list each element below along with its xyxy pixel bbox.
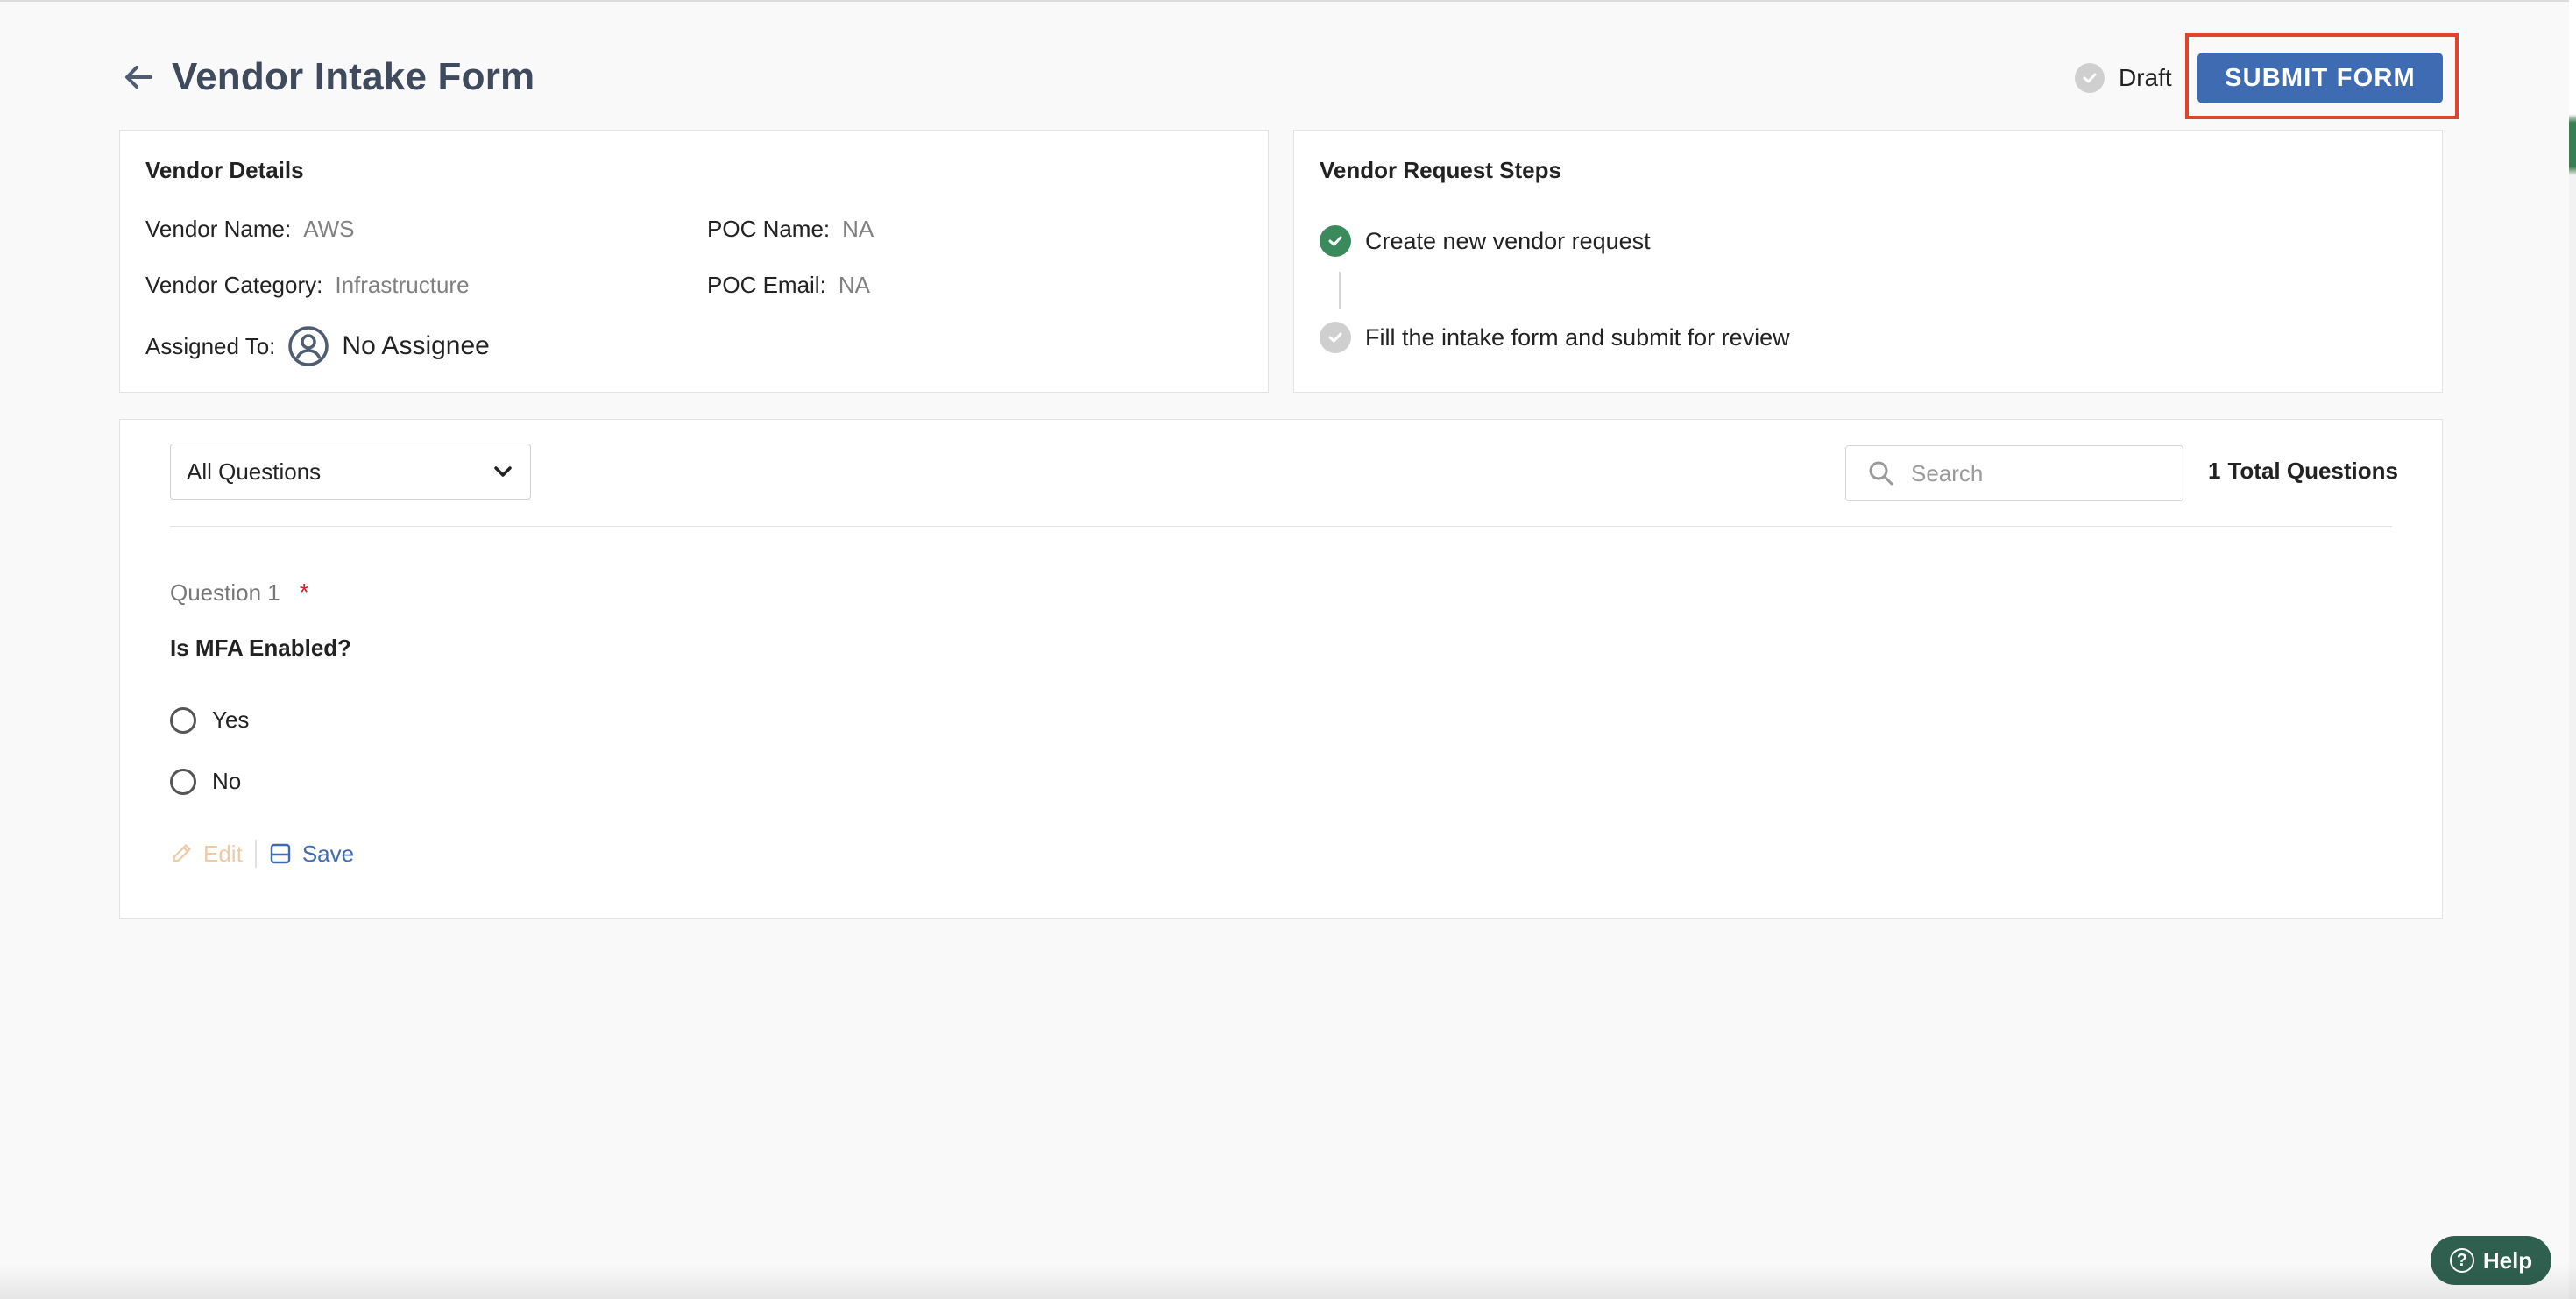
question-label: Question 1 * — [170, 579, 309, 607]
page-title: Vendor Intake Form — [172, 55, 535, 98]
radio-no[interactable] — [170, 768, 196, 795]
poc-name-value: NA — [842, 215, 874, 242]
vendor-name-row: Vendor Name: AWS — [145, 211, 354, 246]
radio-yes[interactable] — [170, 706, 196, 734]
question-actions: Edit Save — [170, 836, 354, 871]
status-check-icon — [2075, 63, 2105, 93]
edit-button[interactable]: Edit — [170, 841, 243, 868]
step-connector-line — [1339, 272, 1341, 309]
save-label: Save — [301, 840, 355, 867]
step-item-create-request: Create new vendor request — [1320, 224, 1651, 259]
form-status: Draft — [2075, 63, 2172, 93]
status-text: Draft — [2119, 64, 2172, 91]
vendor-name-label: Vendor Name: — [145, 215, 292, 242]
required-asterisk: * — [299, 579, 309, 606]
poc-email-value: NA — [838, 271, 870, 298]
pencil-icon — [170, 842, 193, 865]
step-label: Create new vendor request — [1365, 227, 1651, 254]
question-number: Question 1 — [170, 579, 280, 606]
step-pending-check-icon — [1320, 322, 1351, 353]
user-avatar-icon[interactable] — [287, 325, 329, 367]
vendor-category-row: Vendor Category: Infrastructure — [145, 267, 470, 302]
vendor-details-card: Vendor Details Vendor Name: AWS Vendor C… — [119, 130, 1269, 393]
request-steps-title: Vendor Request Steps — [1320, 157, 1561, 183]
step-item-fill-intake: Fill the intake form and submit for revi… — [1320, 320, 1790, 355]
save-button[interactable]: Save — [269, 841, 354, 868]
arrow-left-icon — [125, 66, 152, 89]
option-no[interactable]: No — [170, 768, 241, 795]
step-complete-check-icon — [1320, 225, 1351, 257]
chevron-down-icon — [494, 466, 512, 477]
poc-email-row: POC Email: NA — [707, 267, 870, 302]
poc-email-label: POC Email: — [707, 271, 826, 298]
page-header: Vendor Intake Form — [119, 49, 534, 105]
bottom-shadow — [0, 1264, 2576, 1299]
questions-divider — [170, 526, 2392, 527]
back-button[interactable] — [119, 58, 158, 96]
assignee-name[interactable]: No Assignee — [342, 331, 489, 361]
vendor-category-value: Infrastructure — [335, 271, 470, 298]
search-icon — [1869, 461, 1893, 486]
question-filter-dropdown[interactable]: All Questions — [170, 444, 531, 500]
vendor-name-value: AWS — [303, 215, 355, 242]
option-no-label: No — [212, 768, 242, 794]
question-search-box[interactable] — [1845, 445, 2183, 501]
assigned-to-label: Assigned To: — [145, 332, 276, 359]
save-icon — [269, 842, 292, 865]
action-separator — [254, 840, 257, 868]
step-label: Fill the intake form and submit for revi… — [1365, 323, 1790, 351]
option-yes-label: Yes — [212, 706, 250, 733]
top-border — [0, 0, 2576, 2]
total-questions-label: Total Questions — [2227, 458, 2398, 484]
poc-name-label: POC Name: — [707, 215, 831, 242]
assigned-to-row: Assigned To: No Assignee — [145, 322, 490, 371]
search-input[interactable] — [1911, 459, 2156, 487]
right-scroll-accent — [2569, 0, 2576, 1299]
total-questions: 1 Total Questions — [2208, 458, 2398, 485]
poc-name-row: POC Name: NA — [707, 211, 874, 246]
total-questions-count: 1 — [2208, 458, 2221, 484]
edit-label: Edit — [203, 840, 243, 867]
question-text: Is MFA Enabled? — [170, 635, 352, 661]
submit-form-button[interactable]: SUBMIT FORM — [2197, 53, 2443, 103]
option-yes[interactable]: Yes — [170, 706, 249, 734]
question-filter-selected: All Questions — [187, 458, 322, 485]
vendor-request-steps-card: Vendor Request Steps Create new vendor r… — [1293, 130, 2443, 393]
vendor-category-label: Vendor Category: — [145, 271, 323, 298]
vendor-details-title: Vendor Details — [145, 157, 304, 183]
